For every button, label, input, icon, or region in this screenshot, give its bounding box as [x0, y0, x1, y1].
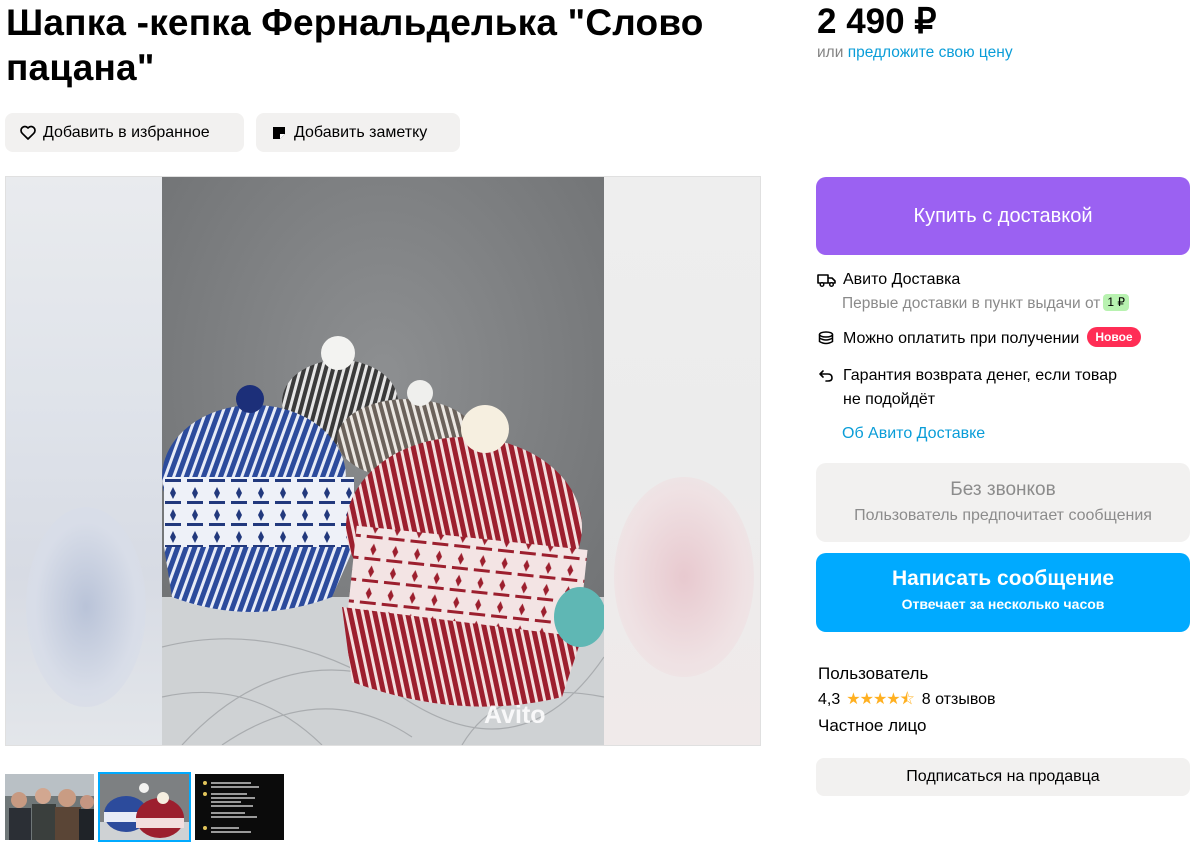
response-time-label: Отвечает за несколько часов: [901, 596, 1105, 612]
seller-name[interactable]: Пользователь: [818, 663, 928, 685]
pay-on-receipt-text: Можно оплатить при получении: [843, 330, 1080, 347]
delivery-row: Авито Доставка: [816, 268, 960, 292]
listing-title: Шапка -кепка Фернальделька "Слово пацана…: [6, 2, 704, 88]
about-avito-delivery-link[interactable]: Об Авито Доставке: [842, 423, 985, 445]
delivery-sub-text: Первые доставки в пункт выдачи от: [842, 295, 1101, 312]
seller-rating[interactable]: 4,3 ★★★★⯪ 8 отзывов: [818, 689, 996, 711]
thumbnail-text-image: [195, 774, 284, 840]
reviews-link[interactable]: 8 отзывов: [922, 689, 996, 711]
new-badge: Новое: [1087, 327, 1141, 347]
main-photo[interactable]: [162, 177, 604, 745]
offer-price-link[interactable]: предложите свою цену: [848, 44, 1013, 61]
thumbnail-2[interactable]: [98, 772, 191, 842]
no-calls-title: Без звонков: [950, 479, 1056, 500]
price-offer-prefix: или: [817, 44, 844, 61]
listing-price: 2 490 ₽: [817, 2, 937, 41]
rating-stars-icon: ★★★★⯪: [846, 691, 915, 708]
gallery-blur-right: [604, 177, 760, 745]
delivery-title: Авито Доставка: [843, 271, 961, 288]
add-to-favorites-label: Добавить в избранное: [43, 123, 210, 141]
return-arrow-icon: [816, 366, 836, 386]
truck-icon: [816, 270, 836, 290]
thumbnail-people-image: [5, 774, 94, 840]
thumbnail-hats-image: [100, 774, 189, 840]
guarantee-row: Гарантия возврата денег, если товар не по…: [816, 364, 1117, 412]
note-icon: [270, 124, 288, 142]
coins-icon: [816, 329, 836, 349]
rating-value: 4,3: [818, 691, 841, 708]
gallery-blur-left: [6, 177, 162, 745]
subscribe-to-seller-button[interactable]: Подписаться на продавца: [816, 758, 1190, 796]
pay-on-receipt-row: Можно оплатить при получении Новое: [816, 327, 1141, 351]
thumbnail-1[interactable]: [5, 774, 94, 840]
heart-icon: [19, 124, 37, 142]
add-note-button[interactable]: Добавить заметку: [256, 113, 460, 152]
photo-gallery[interactable]: Avito: [5, 176, 761, 746]
guarantee-text: Гарантия возврата денег, если товар не по…: [843, 364, 1117, 412]
thumbnail-3[interactable]: [195, 774, 284, 840]
write-message-button[interactable]: Написать сообщение Отвечает за несколько…: [816, 553, 1190, 632]
buy-with-delivery-button[interactable]: Купить с доставкой: [816, 177, 1190, 255]
delivery-price-badge: 1 ₽: [1103, 294, 1130, 311]
delivery-subtitle: Первые доставки в пункт выдачи от 1 ₽: [842, 293, 1130, 315]
add-note-label: Добавить заметку: [294, 123, 428, 141]
avito-watermark: Avito: [484, 701, 546, 729]
no-calls-subtitle: Пользователь предпочитает сообщения: [854, 507, 1152, 524]
guarantee-line-2: не подойдёт: [843, 391, 936, 408]
no-calls-box: Без звонков Пользователь предпочитает со…: [816, 463, 1190, 542]
price-offer: или предложите свою цену: [817, 44, 1013, 62]
add-to-favorites-button[interactable]: Добавить в избранное: [5, 113, 244, 152]
write-message-label: Написать сообщение: [891, 567, 1115, 590]
thumbnail-strip: [5, 772, 284, 842]
seller-type: Частное лицо: [818, 716, 927, 735]
guarantee-line-1: Гарантия возврата денег, если товар: [843, 367, 1118, 384]
